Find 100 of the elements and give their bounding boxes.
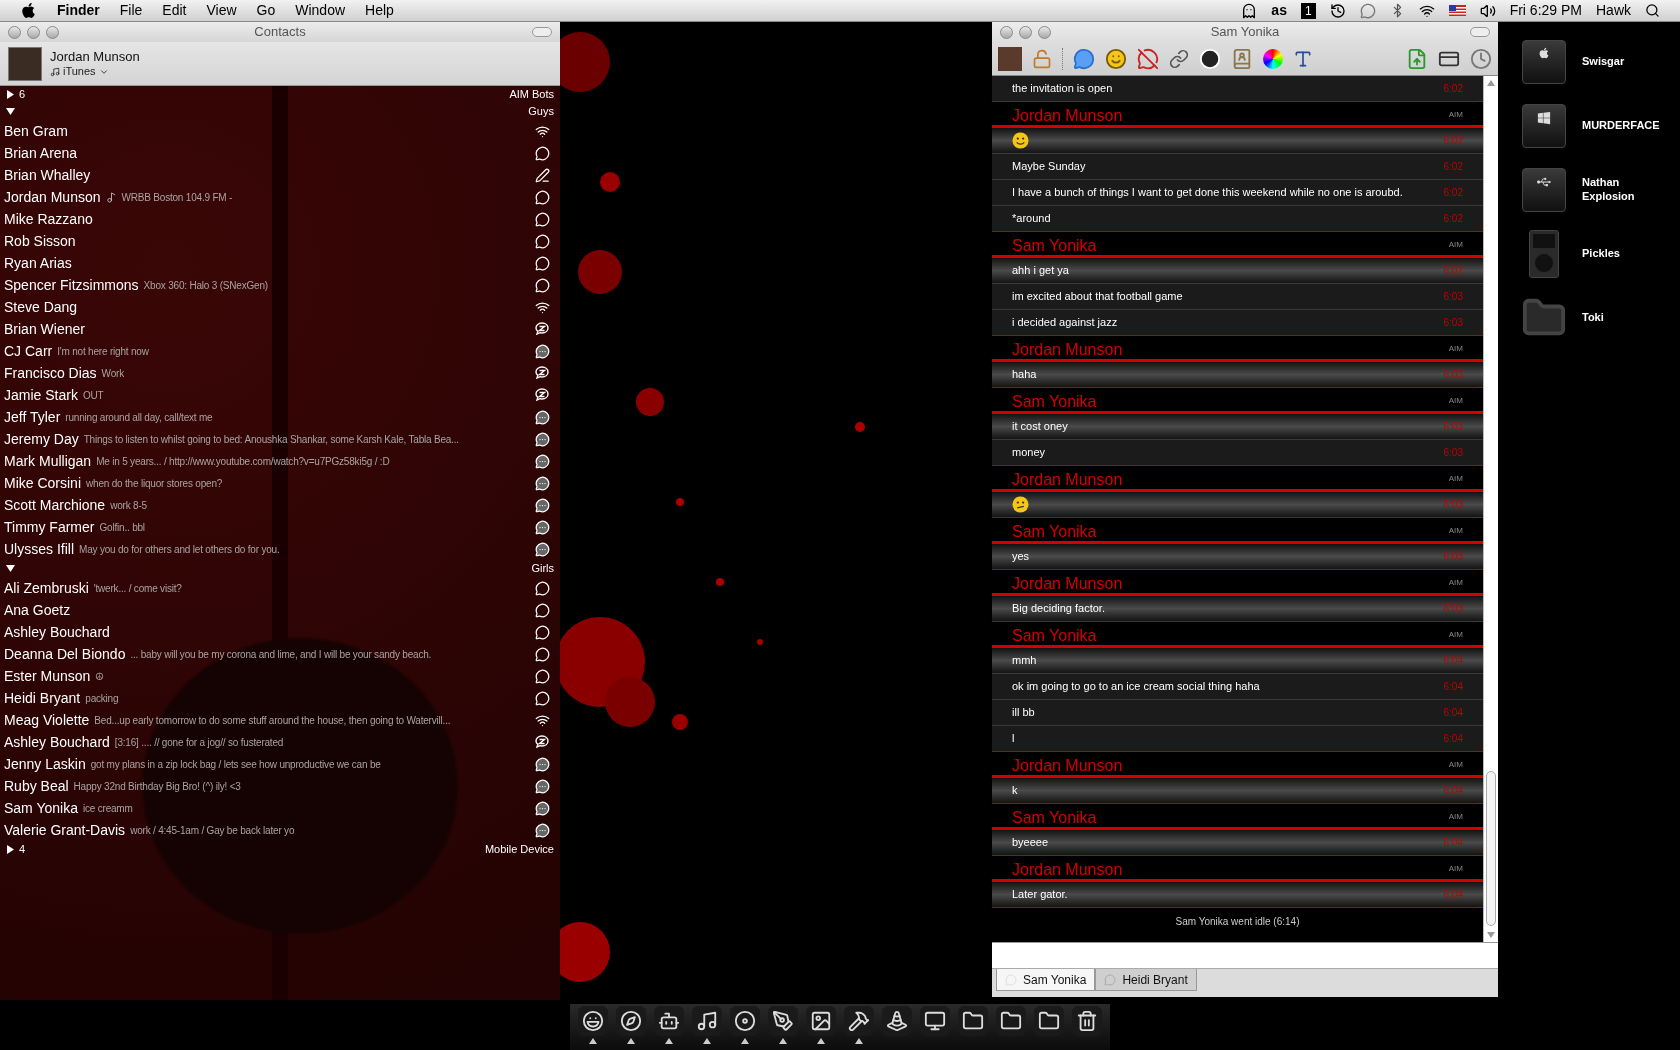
dock-item[interactable] <box>1072 1006 1102 1036</box>
desktop-icon[interactable]: Toki <box>1518 286 1672 350</box>
contact-row[interactable]: Brian Arena <box>0 142 560 164</box>
dock-item[interactable] <box>1034 1006 1064 1036</box>
dock-item[interactable] <box>578 1006 608 1036</box>
emoticon-button[interactable] <box>1105 47 1127 70</box>
minimize-button[interactable] <box>27 26 40 39</box>
contact-row[interactable]: Valerie Grant-Davis work / 4:45-1am / Gay be back later yo <box>0 819 560 841</box>
menu-item[interactable]: Finder <box>57 0 100 21</box>
history-button[interactable] <box>1470 47 1492 70</box>
contact-row[interactable]: Meag Violette Bed...up early tomorrow to do some stuff around the house, then going to Watervill... <box>0 709 560 731</box>
contact-row[interactable]: Rob Sisson <box>0 230 560 252</box>
menu-item[interactable]: Window <box>295 0 346 21</box>
lastfm-menu[interactable]: as <box>1271 0 1287 21</box>
contact-row[interactable]: Scott Marchione work 8-5 <box>0 494 560 516</box>
message-input-field[interactable] <box>992 942 1498 968</box>
contact-row[interactable]: Deanna Del Biondo ... baby will you be my corona and lime, and I will be your sandy beach. <box>0 643 560 665</box>
toolbar-toggle-button[interactable] <box>1470 27 1490 37</box>
flag-icon[interactable] <box>1448 5 1466 16</box>
menu-item[interactable]: Go <box>256 0 276 21</box>
dock-item[interactable] <box>958 1006 988 1036</box>
contact-row[interactable]: Mark Mulligan Me in 5 years... / http://www.youtube.com/watch?v=u7PGz58ki5g / :D <box>0 450 560 472</box>
chat-tab[interactable]: Sam Yonika <box>996 969 1096 991</box>
expanded-triangle-icon[interactable] <box>6 564 15 573</box>
dock-item[interactable] <box>654 1006 684 1036</box>
window-title: Sam Yonika <box>1210 23 1280 42</box>
contact-row[interactable]: Sam Yonika ice creamm <box>0 797 560 819</box>
desktop-icon[interactable]: Pickles <box>1518 222 1672 286</box>
scroll-thumb[interactable] <box>1486 771 1496 926</box>
apple-menu[interactable] <box>20 2 37 19</box>
collapsed-triangle-icon[interactable] <box>6 90 15 99</box>
close-button[interactable] <box>1000 26 1013 39</box>
contact-row[interactable]: Ruby Beal Happy 32nd Birthday Big Bro! (^) ily! <3 <box>0 775 560 797</box>
contact-name: Spencer Fitzsimmons <box>4 275 139 295</box>
toolbar-toggle-button[interactable] <box>532 27 552 37</box>
menu-item[interactable]: File <box>119 0 143 21</box>
contact-row[interactable]: Mike Razzano <box>0 208 560 230</box>
contact-row[interactable]: Mike Corsini when do the liquor stores open? <box>0 472 560 494</box>
search-icon[interactable] <box>1645 3 1660 18</box>
close-button[interactable] <box>8 26 21 39</box>
contact-row[interactable]: Spencer Fitzsimmons Xbox 360: Halo 3 (SNexGen) <box>0 274 560 296</box>
contact-row[interactable]: Ben Gram <box>0 120 560 142</box>
contact-row[interactable]: Ryan Arias <box>0 252 560 274</box>
dock-item[interactable] <box>882 1006 912 1036</box>
time-machine-icon[interactable] <box>1329 2 1346 19</box>
expanded-triangle-icon[interactable] <box>6 107 15 116</box>
dock-item[interactable] <box>996 1006 1026 1036</box>
zoom-button[interactable] <box>46 26 59 39</box>
send-file-button[interactable] <box>1406 47 1428 70</box>
block-button[interactable] <box>1137 47 1159 70</box>
chat-tab[interactable]: Heidi Bryant <box>1095 969 1197 991</box>
collapsed-triangle-icon[interactable] <box>6 845 15 854</box>
desktop-icon[interactable]: MURDERFACE <box>1518 94 1672 158</box>
address-book-button[interactable] <box>1231 47 1253 70</box>
contact-row[interactable]: Ulysses Ifill May you do for others and let others do for you. <box>0 538 560 560</box>
contact-row[interactable]: Jenny Laskin got my plans in a zip lock bag / lets see how unproductive we can be <box>0 753 560 775</box>
dock-item[interactable] <box>692 1006 722 1036</box>
contact-row[interactable]: Jamie Stark OUT <box>0 384 560 406</box>
contact-row[interactable]: Ester Munson ☮ <box>0 665 560 687</box>
link-button[interactable] <box>1169 48 1189 69</box>
status-message: 'twerk... / come visit? <box>93 581 182 596</box>
menu-item[interactable]: Help <box>365 0 394 21</box>
dock-item[interactable] <box>806 1006 836 1036</box>
contact-row[interactable]: Jordan Munson WRBB Boston 104.9 FM - <box>0 186 560 208</box>
contact-row[interactable]: CJ Carr I'm not here right now <box>0 340 560 362</box>
color-button[interactable] <box>1263 48 1283 69</box>
speech-bubble-icon[interactable] <box>1359 2 1376 19</box>
contact-row[interactable]: Francisco Dias Work <box>0 362 560 384</box>
ghost-icon[interactable] <box>1241 2 1258 19</box>
status-menu[interactable]: iTunes <box>50 64 140 79</box>
user-menu[interactable]: Hawk <box>1596 0 1631 21</box>
contact-name: Ashley Bouchard <box>4 732 110 752</box>
menu-clock[interactable]: Fri 6:29 PM <box>1509 0 1582 21</box>
desktop-icon[interactable]: Nathan Explosion <box>1518 158 1672 222</box>
spaces-menu[interactable]: 1 <box>1300 2 1316 19</box>
dock-item[interactable] <box>768 1006 798 1036</box>
dock-item[interactable] <box>730 1006 760 1036</box>
contact-row[interactable]: Jeff Tyler running around all day, call/text me <box>0 406 560 428</box>
volume-icon[interactable] <box>1479 2 1496 19</box>
dock-item[interactable] <box>844 1006 874 1036</box>
desktop-icon[interactable]: Swisgar <box>1518 30 1672 94</box>
contact-row[interactable]: Brian Wiener <box>0 318 560 340</box>
dock-item[interactable] <box>920 1006 950 1036</box>
contact-row[interactable]: Brian Whalley <box>0 164 560 186</box>
contact-row[interactable]: Timmy Farmer Golfin.. bbl <box>0 516 560 538</box>
zoom-button[interactable] <box>1038 26 1051 39</box>
message-button[interactable] <box>1073 47 1095 70</box>
dock-item[interactable] <box>616 1006 646 1036</box>
contact-row[interactable]: Ana Goetz <box>0 599 560 621</box>
away-bubble-icon <box>535 822 550 838</box>
contact-row[interactable]: Ashley Bouchard <box>0 621 560 643</box>
menu-item[interactable]: View <box>206 0 237 21</box>
minimize-button[interactable] <box>1019 26 1032 39</box>
contact-name: Mark Mulligan <box>4 451 92 471</box>
contact-row[interactable]: Heidi Bryant packing <box>0 687 560 709</box>
contact-row[interactable]: Jeremy Day Things to listen to whilst going to bed: Anoushka Shankar, some Karsh Kale, Tabla Bea... <box>0 428 560 450</box>
contact-row[interactable]: Steve Dang <box>0 296 560 318</box>
contact-row[interactable]: Ali Zembruski 'twerk... / come visit? <box>0 577 560 599</box>
menu-item[interactable]: Edit <box>162 0 187 21</box>
contact-row[interactable]: Ashley Bouchard [3:16] .... // gone for a jog// so fusterated <box>0 731 560 753</box>
